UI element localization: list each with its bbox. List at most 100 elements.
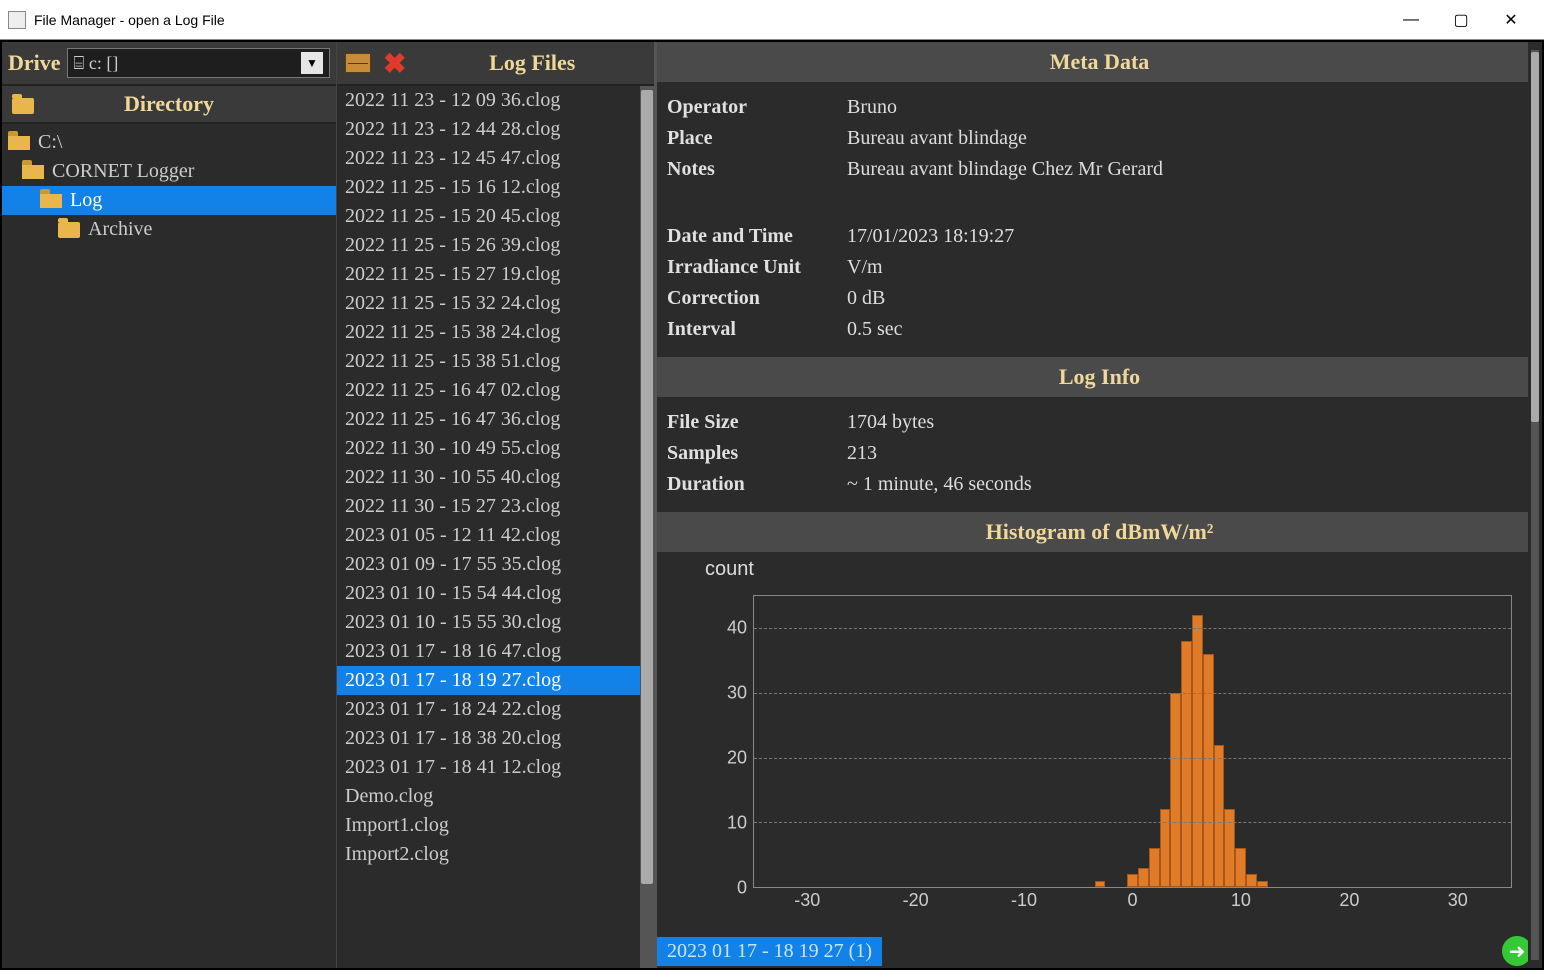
file-item[interactable]: 2022 11 25 - 15 20 45.clog — [337, 202, 654, 231]
kv-label: Samples — [667, 442, 847, 465]
bars — [754, 596, 1511, 887]
right-scrollbar[interactable] — [1528, 42, 1542, 968]
file-item[interactable]: Import1.clog — [337, 811, 654, 840]
y-tick-label: 40 — [727, 617, 747, 638]
y-tick-label: 30 — [727, 682, 747, 703]
file-list-scrollbar[interactable] — [640, 86, 654, 968]
delete-icon[interactable]: ✖ — [383, 47, 406, 80]
file-item[interactable]: 2022 11 25 - 15 38 51.clog — [337, 347, 654, 376]
kv-value: 0.5 sec — [847, 318, 1532, 341]
file-item[interactable]: 2023 01 17 - 18 19 27.clog — [337, 666, 654, 695]
maximize-button[interactable]: ▢ — [1436, 5, 1486, 35]
directory-title: Directory — [124, 91, 214, 117]
tree-item[interactable]: CORNET Logger — [2, 157, 336, 186]
loginfo-block: File Size1704 bytesSamples213Duration~ 1… — [657, 397, 1542, 512]
bar — [1224, 809, 1235, 887]
x-tick-label: -30 — [794, 890, 820, 911]
gridline — [754, 628, 1511, 629]
kv-value: 17/01/2023 18:19:27 — [847, 225, 1532, 248]
scrollbar-thumb[interactable] — [641, 90, 653, 884]
kv-row: Irradiance UnitV/m — [667, 252, 1532, 283]
file-item[interactable]: 2022 11 25 - 16 47 02.clog — [337, 376, 654, 405]
x-tick-label: 30 — [1448, 890, 1468, 911]
kv-value: 0 dB — [847, 287, 1532, 310]
minimize-button[interactable]: — — [1386, 5, 1436, 35]
close-button[interactable]: ✕ — [1486, 5, 1536, 35]
kv-label: Correction — [667, 287, 847, 310]
bar — [1246, 874, 1257, 887]
gridline — [754, 822, 1511, 823]
file-item[interactable]: 2022 11 25 - 16 47 36.clog — [337, 405, 654, 434]
folder-open-icon — [8, 136, 30, 150]
gridline — [754, 693, 1511, 694]
file-item[interactable]: 2023 01 17 - 18 41 12.clog — [337, 753, 654, 782]
histogram-header: Histogram of dBmW/m² — [657, 512, 1542, 552]
file-item[interactable]: 2023 01 17 - 18 24 22.clog — [337, 695, 654, 724]
kv-row: Date and Time17/01/2023 18:19:27 — [667, 221, 1532, 252]
file-item[interactable]: 2022 11 30 - 15 27 23.clog — [337, 492, 654, 521]
bar — [1127, 874, 1138, 887]
file-item[interactable]: 2022 11 23 - 12 09 36.clog — [337, 86, 654, 115]
meta-block2: Date and Time17/01/2023 18:19:27Irradian… — [657, 197, 1542, 357]
file-item[interactable]: 2022 11 23 - 12 45 47.clog — [337, 144, 654, 173]
bar — [1203, 654, 1214, 887]
file-item[interactable]: 2023 01 10 - 15 54 44.clog — [337, 579, 654, 608]
file-item[interactable]: 2023 01 10 - 15 55 30.clog — [337, 608, 654, 637]
folder-open-icon — [40, 194, 62, 208]
status-row: 2023 01 17 - 18 19 27 (1) ➜ — [657, 934, 1542, 968]
kv-row: Samples213 — [667, 438, 1532, 469]
file-item[interactable]: 2022 11 25 - 15 27 19.clog — [337, 260, 654, 289]
kv-value: V/m — [847, 256, 1532, 279]
x-axis: -30-20-100102030 — [753, 890, 1512, 918]
file-list[interactable]: 2022 11 23 - 12 09 36.clog2022 11 23 - 1… — [337, 86, 654, 968]
titlebar: File Manager - open a Log File — ▢ ✕ — [0, 0, 1544, 40]
file-item[interactable]: 2022 11 30 - 10 55 40.clog — [337, 463, 654, 492]
bar — [1181, 641, 1192, 887]
kv-row: PlaceBureau avant blindage — [667, 123, 1532, 154]
kv-row: File Size1704 bytes — [667, 407, 1532, 438]
file-item[interactable]: 2023 01 17 - 18 16 47.clog — [337, 637, 654, 666]
tree-item-label: CORNET Logger — [52, 160, 194, 183]
open-drawer-icon[interactable] — [345, 53, 371, 73]
kv-value: 1704 bytes — [847, 411, 1532, 434]
file-item[interactable]: Demo.clog — [337, 782, 654, 811]
gridline — [754, 758, 1511, 759]
meta-header: Meta Data — [657, 42, 1542, 82]
file-item[interactable]: 2023 01 05 - 12 11 42.clog — [337, 521, 654, 550]
file-item[interactable]: 2022 11 23 - 12 44 28.clog — [337, 115, 654, 144]
file-item[interactable]: 2023 01 17 - 18 38 20.clog — [337, 724, 654, 753]
app-icon — [8, 11, 26, 29]
directory-tree[interactable]: C:\ CORNET Logger Log Archive — [2, 124, 336, 968]
kv-row: Duration~ 1 minute, 46 seconds — [667, 469, 1532, 500]
file-item[interactable]: 2022 11 25 - 15 26 39.clog — [337, 231, 654, 260]
kv-row: NotesBureau avant blindage Chez Mr Gerar… — [667, 154, 1532, 185]
drive-label: Drive — [8, 50, 61, 76]
file-item[interactable]: Import2.clog — [337, 840, 654, 869]
tree-item[interactable]: Archive — [2, 215, 336, 244]
file-item[interactable]: 2023 01 09 - 17 55 35.clog — [337, 550, 654, 579]
content: Drive ⌸ c: [] ▼ Directory C:\ CORNET Logg… — [0, 40, 1544, 970]
file-item[interactable]: 2022 11 25 - 15 16 12.clog — [337, 173, 654, 202]
tree-item[interactable]: C:\ — [2, 128, 336, 157]
folder-open-icon — [22, 165, 44, 179]
kv-value: Bruno — [847, 96, 1532, 119]
window-title: File Manager - open a Log File — [34, 12, 1386, 28]
right-pane: Meta Data OperatorBrunoPlaceBureau avant… — [657, 42, 1542, 968]
file-item[interactable]: 2022 11 25 - 15 32 24.clog — [337, 289, 654, 318]
kv-row: Correction0 dB — [667, 283, 1532, 314]
tree-item-label: C:\ — [38, 131, 62, 154]
drive-combo[interactable]: ⌸ c: [] ▼ — [67, 48, 330, 78]
tree-item-label: Archive — [88, 218, 152, 241]
kv-label: Notes — [667, 158, 847, 181]
kv-value: ~ 1 minute, 46 seconds — [847, 473, 1532, 496]
kv-value: Bureau avant blindage Chez Mr Gerard — [847, 158, 1532, 181]
x-tick-label: 20 — [1339, 890, 1359, 911]
file-item[interactable]: 2022 11 25 - 15 38 24.clog — [337, 318, 654, 347]
file-toolbar: ✖ Log Files — [337, 42, 654, 86]
bar — [1095, 881, 1106, 887]
reload-folder-icon[interactable] — [12, 91, 34, 117]
file-item[interactable]: 2022 11 30 - 10 49 55.clog — [337, 434, 654, 463]
tree-item[interactable]: Log — [2, 186, 336, 215]
kv-label: Date and Time — [667, 225, 847, 248]
status-chip: 2023 01 17 - 18 19 27 (1) — [657, 937, 882, 966]
